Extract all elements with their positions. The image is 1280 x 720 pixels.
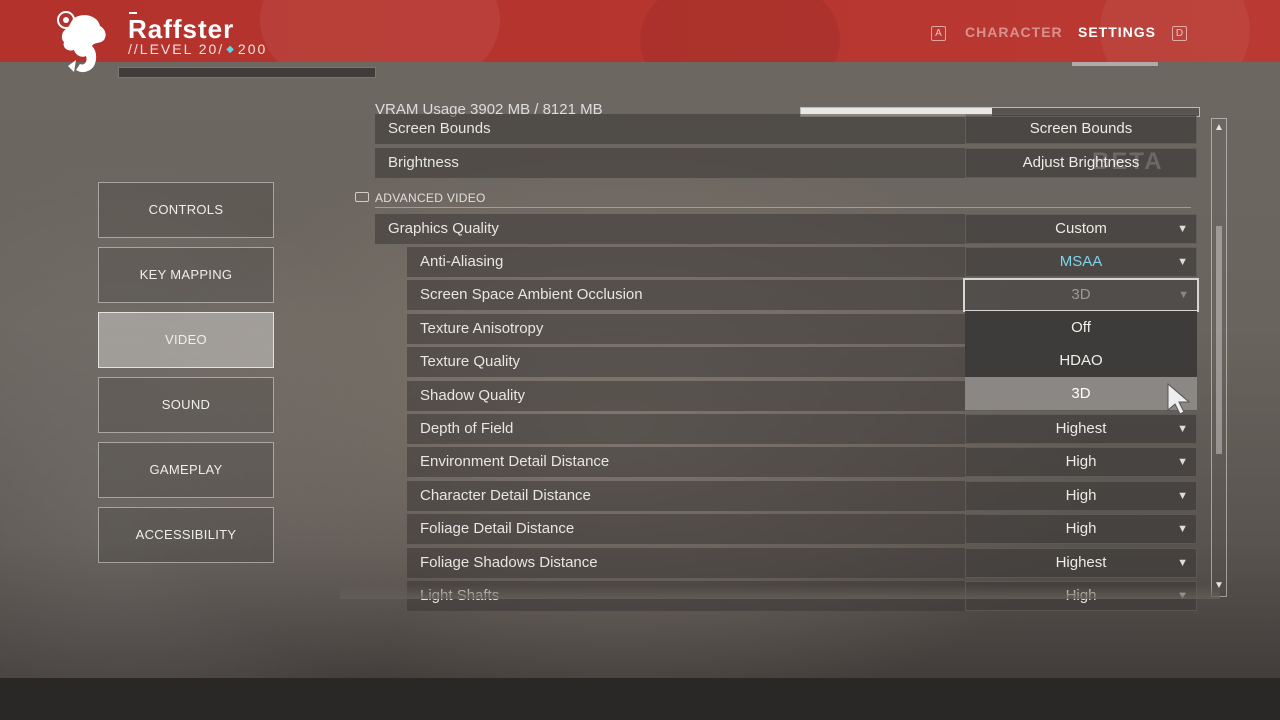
setting-label: Texture Anisotropy (420, 320, 544, 337)
select-value: 3D (1071, 286, 1091, 303)
active-tab-underline (1072, 62, 1158, 66)
dropdown-arrow-icon: ▼ (1177, 456, 1188, 468)
select-value: MSAA (1059, 253, 1103, 270)
dropdown-arrow-icon: ▼ (1177, 223, 1188, 235)
setting-row-depth-of-field[interactable]: Depth of Field (407, 414, 965, 444)
character-detail-distance-select[interactable]: High ▼ (965, 481, 1197, 511)
power-value: 200 (237, 41, 268, 57)
lion-emblem-icon (57, 11, 106, 73)
tab-settings[interactable]: SETTINGS (1078, 24, 1156, 44)
section-title-advanced-video: ADVANCED VIDEO (375, 191, 486, 205)
setting-row-anti-aliasing[interactable]: Anti-Aliasing (407, 247, 965, 277)
depth-of-field-select[interactable]: Highest ▼ (965, 414, 1197, 444)
dropdown-arrow-icon: ▼ (1177, 490, 1188, 502)
setting-row-shadow-quality[interactable]: Shadow Quality (407, 381, 965, 411)
setting-label: Environment Detail Distance (420, 453, 610, 470)
setting-row-character-detail-distance[interactable]: Character Detail Distance (407, 481, 965, 511)
select-value: High (1065, 487, 1097, 504)
dropdown-option-3d[interactable]: 3D (965, 377, 1197, 410)
beta-watermark: BETA (1092, 148, 1164, 175)
dropdown-arrow-icon: ▼ (1177, 423, 1188, 435)
sidebar-item-gameplay[interactable]: GAMEPLAY (98, 442, 274, 498)
setting-row-texture-quality[interactable]: Texture Quality (407, 347, 965, 377)
nav-right-key[interactable]: D (1172, 26, 1187, 41)
level-line: //LEVEL 20/◆ 200 (128, 41, 267, 57)
setting-row-environment-detail-distance[interactable]: Environment Detail Distance (407, 447, 965, 477)
sidebar-item-key-mapping[interactable]: KEY MAPPING (98, 247, 274, 303)
setting-label: Foliage Detail Distance (420, 520, 575, 537)
setting-row-texture-anisotropy[interactable]: Texture Anisotropy (407, 314, 965, 344)
select-value: High (1065, 520, 1097, 537)
setting-label: Brightness (388, 154, 459, 171)
sidebar-item-video[interactable]: VIDEO (98, 312, 274, 368)
section-divider (375, 207, 1191, 208)
anti-aliasing-select[interactable]: MSAA ▼ (965, 247, 1197, 277)
bottom-band (0, 678, 1280, 720)
sidebar-item-accessibility[interactable]: ACCESSIBILITY (98, 507, 274, 563)
dropdown-arrow-icon: ▼ (1177, 523, 1188, 535)
dropdown-option-off[interactable]: Off (965, 311, 1197, 344)
setting-label: Depth of Field (420, 420, 514, 437)
setting-label: Texture Quality (420, 353, 521, 370)
scroll-up-icon[interactable]: ▲ (1214, 122, 1224, 133)
setting-label: Screen Bounds (388, 120, 491, 137)
ssao-dropdown-list: Off HDAO 3D (965, 311, 1197, 411)
setting-label: Anti-Aliasing (420, 253, 504, 270)
setting-row-foliage-detail-distance[interactable]: Foliage Detail Distance (407, 514, 965, 544)
xp-progress-bar (118, 67, 376, 78)
select-value: Highest (1055, 420, 1107, 437)
foliage-detail-distance-select[interactable]: High ▼ (965, 514, 1197, 544)
setting-label: Foliage Shadows Distance (420, 554, 598, 571)
setting-row-foliage-shadows-distance[interactable]: Foliage Shadows Distance (407, 548, 965, 578)
setting-label: Graphics Quality (388, 220, 499, 237)
screen-bounds-button[interactable]: Screen Bounds (965, 114, 1197, 144)
setting-row-screen-bounds[interactable]: Screen Bounds (375, 114, 965, 144)
scrollbar-thumb[interactable] (1216, 226, 1222, 454)
sidebar-item-sound[interactable]: SOUND (98, 377, 274, 433)
sidebar-item-controls[interactable]: CONTROLS (98, 182, 274, 238)
select-value: Highest (1055, 554, 1107, 571)
environment-detail-distance-select[interactable]: High ▼ (965, 447, 1197, 477)
dropdown-option-hdao[interactable]: HDAO (965, 344, 1197, 377)
setting-label: Shadow Quality (420, 387, 526, 404)
graphics-quality-select[interactable]: Custom ▼ (965, 214, 1197, 244)
select-value: High (1065, 453, 1097, 470)
monitor-icon (355, 192, 369, 202)
setting-row-screen-space-ambient-occlusion[interactable]: Screen Space Ambient Occlusion (407, 280, 965, 310)
dropdown-arrow-icon: ▼ (1177, 256, 1188, 268)
dropdown-arrow-icon: ▼ (1178, 289, 1189, 301)
setting-row-brightness[interactable]: Brightness (375, 148, 965, 178)
power-diamond-icon: ◆ (226, 44, 236, 55)
level-text: //LEVEL 20/ (128, 41, 225, 57)
tab-character[interactable]: CHARACTER (965, 24, 1063, 44)
nav-left-key[interactable]: A (931, 26, 946, 41)
list-fade (340, 585, 1220, 599)
setting-label: Screen Space Ambient Occlusion (420, 286, 643, 303)
setting-label: Character Detail Distance (420, 487, 591, 504)
dropdown-arrow-icon: ▼ (1177, 557, 1188, 569)
mouse-cursor-icon (1167, 382, 1191, 415)
screen-space-ambient-occlusion-select[interactable]: 3D ▼ (963, 278, 1199, 312)
setting-row-graphics-quality[interactable]: Graphics Quality (375, 214, 965, 244)
foliage-shadows-distance-select[interactable]: Highest ▼ (965, 548, 1197, 578)
